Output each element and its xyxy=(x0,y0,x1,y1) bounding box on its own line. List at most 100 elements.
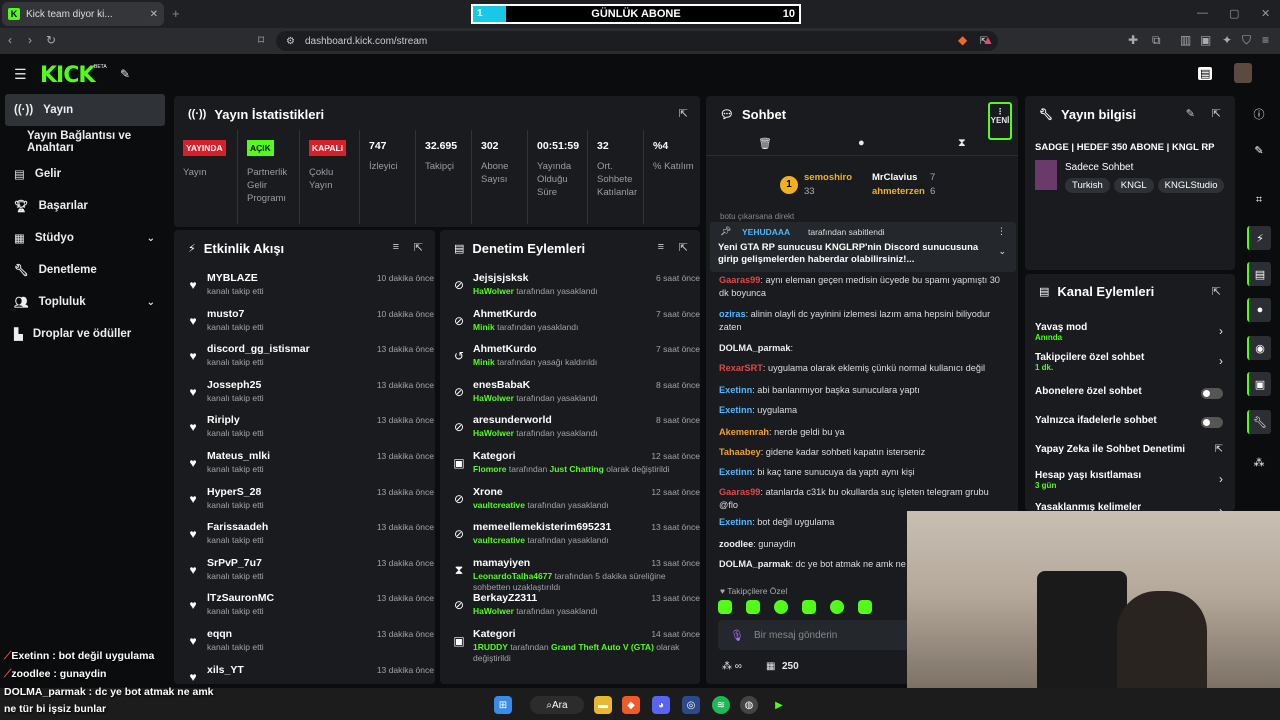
pinned-message[interactable]: YEHUDAAA tarafından sabitlendi 📌︎ ⋮ Yeni… xyxy=(710,222,1016,272)
activity-item[interactable]: ♥ Farissaadeh kanalı takip etti 13 dakika ö… xyxy=(184,521,434,555)
address-bar[interactable]: ⚙ dashboard.kick.com/stream ⇱ xyxy=(276,31,998,51)
chat-icon[interactable]: ● xyxy=(1247,298,1271,322)
chat-bubble-icon[interactable]: ● xyxy=(858,137,865,149)
popout-icon[interactable]: ⇱ xyxy=(414,241,423,254)
broadcast-icon[interactable]: ◉ xyxy=(1247,336,1271,360)
activity-item[interactable]: ♥ MYBLAZE kanalı takip etti 10 dakika önce xyxy=(184,272,434,306)
chat-username[interactable]: Exetinn xyxy=(719,405,752,415)
emote-icon[interactable] xyxy=(718,600,732,614)
chat-message[interactable]: Gaaras99: atanlarda c31k bu okullarda su… xyxy=(719,486,1004,512)
activity-item[interactable]: ♥ xils_YT 13 dakika önce xyxy=(184,664,434,684)
crop-icon[interactable]: ⌗ xyxy=(1247,188,1271,212)
reload-icon[interactable]: ↻ xyxy=(46,33,56,47)
chat-username[interactable]: Exetinn xyxy=(719,385,752,395)
browser-tab[interactable]: K Kick team diyor ki... ✕ xyxy=(2,2,164,26)
sidebar-item-community[interactable]: 👥︎ Topluluk ⌄ xyxy=(5,286,165,318)
bookmark-icon[interactable]: ⌑ xyxy=(258,33,264,47)
activity-item[interactable]: ♥ eqqn kanalı takip etti 13 dakika önce xyxy=(184,628,434,662)
emote-icon[interactable] xyxy=(830,600,844,614)
moderation-item[interactable]: ⊘ aresunderworld HaWolwer tarafından yasak… xyxy=(450,414,700,448)
moderation-item[interactable]: ↺ AhmetKurdo Minik tarafından yasağı kaldı… xyxy=(450,343,700,377)
channel-action-row[interactable]: Yalnızca ifadelerle sohbet xyxy=(1035,415,1225,428)
moderation-item[interactable]: ⧗ mamayiyen LeonardoTalha4677 tarafından 5… xyxy=(450,557,700,592)
chat-message[interactable]: Tahaabey: gidene kadar sohbeti kapatın i… xyxy=(719,446,1004,459)
chat-username[interactable]: Exetinn xyxy=(719,517,752,527)
tag[interactable]: Turkish xyxy=(1065,178,1110,193)
chat-message[interactable]: Exetinn: abi banlanmıyor başka sunucular… xyxy=(719,384,1004,397)
moderation-item[interactable]: ⊘ Xrone vaultcreative tarafından yasakland… xyxy=(450,486,700,520)
activity-item[interactable]: ♥ HyperS_28 kanalı takip etti 13 dakika önc… xyxy=(184,486,434,520)
sidebar-item-studio[interactable]: ▦ Stüdyo ⌄ xyxy=(5,222,165,254)
activity-item[interactable]: ♥ discord_gg_istismar kanalı takip etti 13 … xyxy=(184,343,434,377)
actions-icon[interactable]: ▣ xyxy=(1247,372,1271,396)
file-explorer-icon[interactable]: ▬ xyxy=(594,696,612,714)
filter-icon[interactable]: ≡ xyxy=(658,241,664,253)
channel-action-row[interactable]: Abonelere özel sohbet xyxy=(1035,386,1225,399)
ai-icon[interactable]: ✦ xyxy=(1222,33,1232,47)
edit-icon[interactable]: ✎ xyxy=(1186,107,1195,120)
popout-icon[interactable]: ⇱ xyxy=(1212,107,1221,120)
sidebar-item-moderation[interactable]: 🔧︎ Denetleme xyxy=(5,254,165,286)
tools-icon[interactable]: ✎ xyxy=(120,67,130,81)
vpn-icon[interactable]: ⛉ xyxy=(1242,33,1251,48)
emote-icon[interactable] xyxy=(802,600,816,614)
popout-icon[interactable]: ⇱ xyxy=(1212,285,1221,298)
brave-shield-icon[interactable]: ◆ xyxy=(958,33,967,47)
info-icon[interactable]: ⓘ xyxy=(1247,102,1271,126)
activity-item[interactable]: ♥ lTzSauronMC kanalı takip etti 13 dakika ö… xyxy=(184,592,434,626)
chat-username[interactable]: DOLMA_parmak xyxy=(719,559,790,569)
chat-username[interactable]: Tahaabey xyxy=(719,447,761,457)
wrench-icon[interactable]: 🔧︎ xyxy=(1247,410,1271,434)
chat-username[interactable]: Gaaras99 xyxy=(719,487,760,497)
back-icon[interactable]: ‹ xyxy=(8,33,12,47)
chat-username[interactable]: RexarSRT xyxy=(719,363,763,373)
taskbar-search[interactable]: ⌕ Ara xyxy=(530,696,584,714)
chat-message[interactable]: Exetinn: bi kaç tane sunucuya da yaptı a… xyxy=(719,466,1004,479)
new-tab-icon[interactable]: + xyxy=(172,6,180,21)
activity-item[interactable]: ♥ Ririply kanalı takip etti 13 dakika önce xyxy=(184,414,434,448)
menu-icon[interactable]: ≡ xyxy=(1262,33,1269,47)
hourglass-icon[interactable]: ⧗ xyxy=(958,137,966,150)
trash-icon[interactable]: 🗑︎ xyxy=(758,137,772,150)
chat-message[interactable]: Gaaras99: aynı eleman geçen medisin ücye… xyxy=(719,274,1004,300)
app-icon[interactable]: ◎ xyxy=(682,696,700,714)
chevron-down-icon[interactable]: ⌄ xyxy=(998,246,1006,257)
maximize-icon[interactable]: ▢ xyxy=(1229,7,1239,20)
emote-icon[interactable] xyxy=(746,600,760,614)
sidebar-item-achievements[interactable]: 🏆︎ Başarılar xyxy=(5,190,165,222)
chat-message[interactable]: Exetinn: uygulama xyxy=(719,404,1004,417)
chat-username[interactable]: DOLMA_parmak xyxy=(719,343,790,353)
moderation-item[interactable]: ⊘ AhmetKurdo Minik tarafından yasaklandı 7 … xyxy=(450,308,700,342)
moderation-item[interactable]: ⊘ BerkayZ2311 HaWolwer tarafından yasaklan… xyxy=(450,592,700,626)
activity-item[interactable]: ♥ SrPvP_7u7 kanalı takip etti 13 dakika önc… xyxy=(184,557,434,591)
chat-message[interactable]: oziras: alinin olayli dc yayinini izleme… xyxy=(719,308,1004,334)
brave-icon[interactable]: ◆ xyxy=(622,696,640,714)
minimize-icon[interactable]: — xyxy=(1197,7,1208,19)
hamburger-menu-icon[interactable]: ☰ xyxy=(14,66,27,83)
extensions-icon[interactable]: ✚ xyxy=(1128,33,1138,47)
start-icon[interactable]: ⊞ xyxy=(494,696,512,714)
moderation-item[interactable]: ⊘ memeellemekisterim695231 vaultcreative t… xyxy=(450,521,700,555)
chat-username[interactable]: Exetinn xyxy=(719,467,752,477)
lightning-icon[interactable]: ⚡︎ xyxy=(1247,226,1271,250)
chat-message[interactable]: Akemenrah: nerde geldi bu ya xyxy=(719,426,1004,439)
channel-action-row[interactable]: Yapay Zeka ile Sohbet Denetimi ⇱ xyxy=(1035,444,1225,455)
community-icon[interactable]: ⁂ xyxy=(1247,450,1271,474)
chat-username[interactable]: oziras xyxy=(719,309,746,319)
activity-item[interactable]: ♥ Josseph25 kanalı takip etti 13 dakika önc… xyxy=(184,379,434,413)
chat-message[interactable]: RexarSRT: uygulama olarak eklemiş çünkü … xyxy=(719,362,1004,375)
emote-icon[interactable] xyxy=(858,600,872,614)
moderation-item[interactable]: ▣ Kategori Flomore tarafından Just Chattin… xyxy=(450,450,700,484)
user-avatar[interactable] xyxy=(1234,63,1252,83)
infinity-icon[interactable]: ⁂ ∞ xyxy=(722,661,742,672)
channel-action-row[interactable]: Hesap yaşı kısıtlaması 3 gün › xyxy=(1035,470,1225,490)
discord-icon[interactable]: ◕ xyxy=(652,696,670,714)
chat-username[interactable]: Akemenrah xyxy=(719,427,769,437)
chat-username[interactable]: Gaaras99 xyxy=(719,275,760,285)
channel-action-row[interactable]: Yasaklanmış kelimeler › xyxy=(1035,502,1225,511)
moderation-item[interactable]: ⊘ Jejsjsjsksk HaWolwer tarafından yasaklan… xyxy=(450,272,700,306)
sidebar-item-drops[interactable]: ▙ Droplar ve ödüller xyxy=(5,318,165,350)
close-tab-icon[interactable]: ✕ xyxy=(150,9,158,20)
rewards-icon[interactable]: ▲ xyxy=(982,33,994,47)
activity-item[interactable]: ♥ musto7 kanalı takip etti 10 dakika önce xyxy=(184,308,434,342)
